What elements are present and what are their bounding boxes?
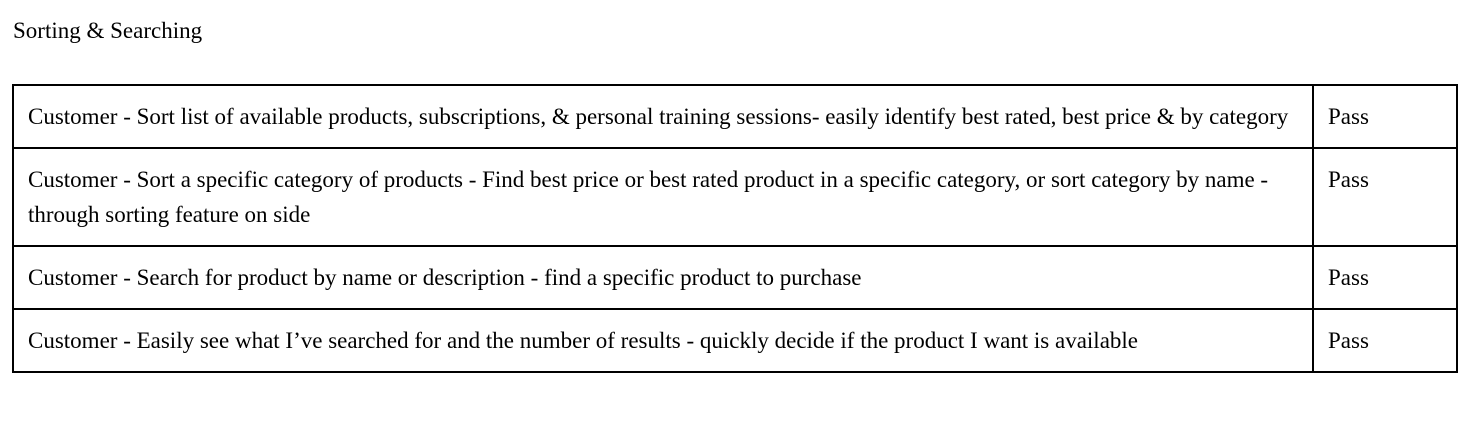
table-row: Customer - Sort list of available produc… (12, 84, 1458, 149)
test-description-cell: Customer - Sort list of available produc… (12, 84, 1314, 149)
test-description-cell: Customer - Easily see what I’ve searched… (12, 308, 1314, 373)
test-description-cell: Customer - Search for product by name or… (12, 245, 1314, 310)
test-status-cell: Pass (1312, 147, 1458, 247)
table-row: Customer - Search for product by name or… (12, 245, 1458, 310)
table-row: Customer - Easily see what I’ve searched… (12, 308, 1458, 373)
test-status-cell: Pass (1312, 84, 1458, 149)
section-heading: Sorting & Searching (13, 18, 203, 43)
test-description-cell: Customer - Sort a specific category of p… (12, 147, 1314, 247)
test-status-cell: Pass (1312, 245, 1458, 310)
test-status-cell: Pass (1312, 308, 1458, 373)
test-results-table: Customer - Sort list of available produc… (12, 84, 1458, 373)
table-row: Customer - Sort a specific category of p… (12, 147, 1458, 247)
